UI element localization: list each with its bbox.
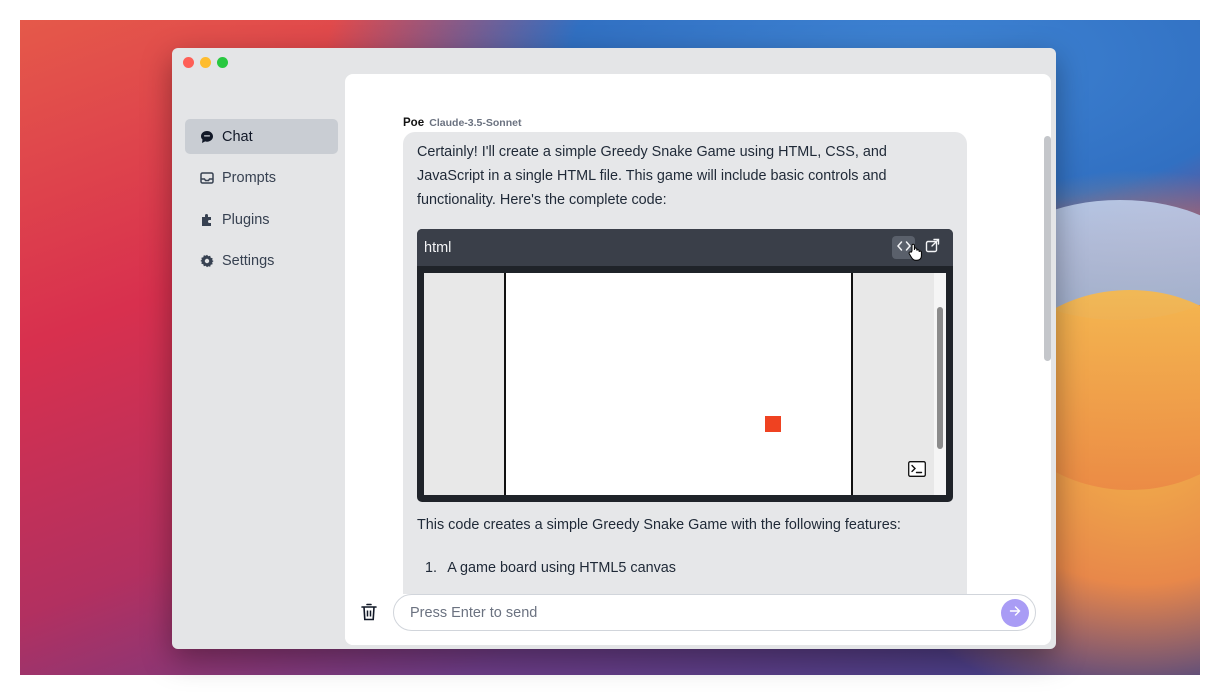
message-input[interactable] [410,595,990,630]
message-sender: Poe Claude-3.5-Sonnet [403,117,521,129]
close-window-button[interactable] [183,57,194,68]
list-text: A game board using HTML5 canvas [447,560,676,576]
snake-food [765,416,781,432]
send-button[interactable] [1001,599,1029,627]
sidebar-item-plugins[interactable]: Plugins [185,202,338,237]
sender-name: Poe [403,117,425,129]
chat-bubble-icon [200,130,214,144]
code-preview-frame [424,273,946,495]
chat-panel: Poe Claude-3.5-Sonnet Certainly! I'll cr… [345,74,1051,645]
list-number: 1. [425,560,438,576]
sidebar: Chat Prompts Plugins Settings [185,119,338,285]
maximize-window-button[interactable] [217,57,228,68]
code-block-header: html [417,229,953,266]
message-intro: Certainly! I'll create a simple Greedy S… [417,144,887,208]
chat-scrollbar[interactable] [1044,136,1051,361]
sidebar-item-label: Plugins [222,211,270,228]
open-external-icon [925,238,940,257]
sidebar-item-settings[interactable]: Settings [185,244,338,279]
sender-model: Claude-3.5-Sonnet [429,117,522,129]
preview-scrollbar-thumb[interactable] [937,307,943,449]
sidebar-item-label: Prompts [222,170,276,186]
app-window: Chat Prompts Plugins Settings Poe Claude… [172,48,1056,649]
sidebar-item-prompts[interactable]: Prompts [185,161,338,196]
inbox-icon [200,171,214,185]
message-bubble: Certainly! I'll create a simple Greedy S… [403,132,967,602]
code-language: html [424,239,452,256]
sidebar-item-label: Settings [222,253,275,269]
message-followup-text: This code creates a simple Greedy Snake … [417,517,901,533]
arrow-right-icon [1009,604,1021,622]
list-item: 1. A game board using HTML5 canvas [425,560,676,576]
code-block: html [417,229,953,502]
sidebar-item-chat[interactable]: Chat [185,119,338,154]
open-external-button[interactable] [921,236,944,259]
snake-game-canvas[interactable] [504,273,853,495]
minimize-window-button[interactable] [200,57,211,68]
gear-icon [200,254,214,268]
clear-chat-button[interactable] [359,602,379,622]
trash-icon [359,603,379,626]
message-input-wrapper [393,594,1036,631]
puzzle-icon [200,213,214,227]
traffic-lights [183,57,228,68]
hand-cursor-icon [908,243,922,266]
terminal-icon[interactable] [908,461,926,477]
composer-bar [345,594,1051,645]
sidebar-item-label: Chat [222,128,253,145]
